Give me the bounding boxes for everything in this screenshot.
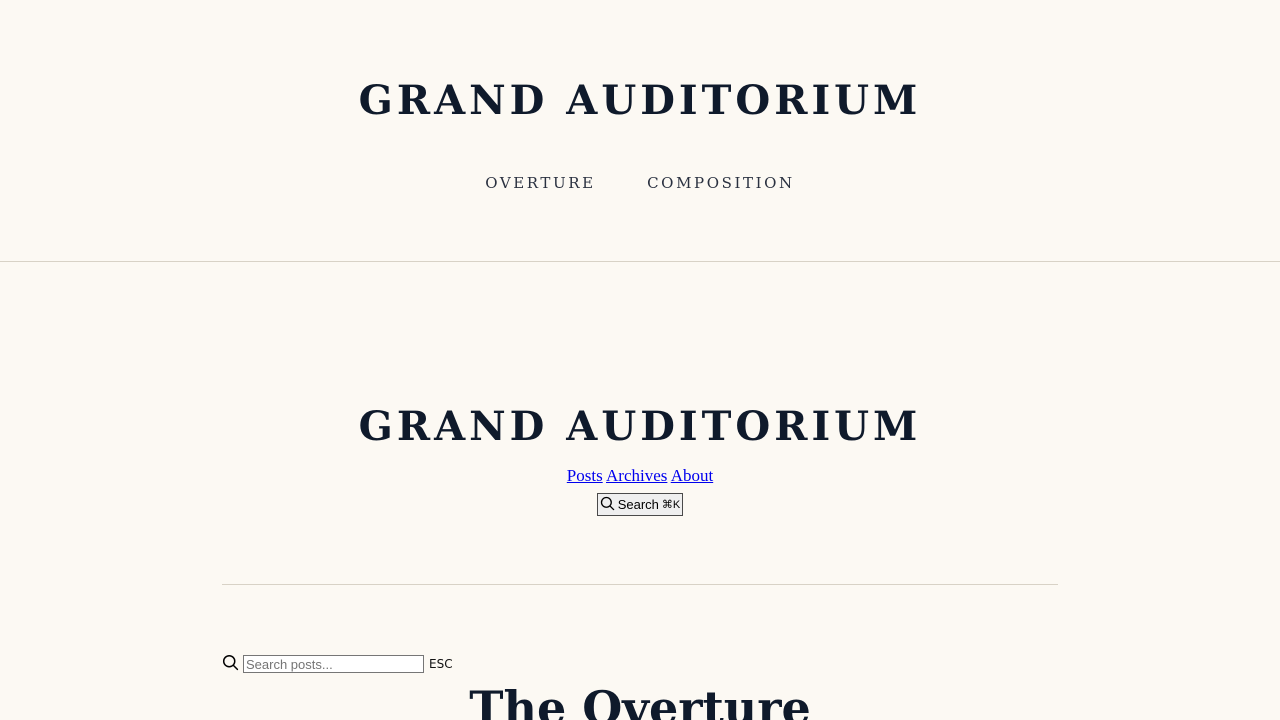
post-title[interactable]: The Overture <box>0 680 1280 720</box>
site-title[interactable]: GRAND AUDITORIUM <box>0 76 1280 126</box>
divider <box>222 584 1058 585</box>
page: GRAND AUDITORIUM OVERTURE COMPOSITION GR… <box>0 0 1280 720</box>
sub-nav: Posts Archives About <box>0 465 1280 487</box>
top-nav: OVERTURE COMPOSITION <box>0 173 1280 193</box>
search-icon <box>222 654 239 675</box>
search-icon <box>600 496 615 514</box>
search-shortcut: ⌘K <box>661 499 681 511</box>
link-posts[interactable]: Posts <box>567 466 603 485</box>
nav-item-composition[interactable]: COMPOSITION <box>647 173 795 193</box>
esc-hint[interactable]: ESC <box>429 657 453 671</box>
link-archives[interactable]: Archives <box>606 466 667 485</box>
site-header: GRAND AUDITORIUM OVERTURE COMPOSITION <box>0 0 1280 262</box>
search-input[interactable] <box>243 655 424 673</box>
search-button-wrap: Search ⌘K <box>0 493 1280 516</box>
search-button-label: Search <box>617 497 659 512</box>
search-bar: ESC <box>222 652 453 676</box>
nav-item-overture[interactable]: OVERTURE <box>485 173 596 193</box>
link-about[interactable]: About <box>671 466 714 485</box>
search-button[interactable]: Search ⌘K <box>596 493 684 516</box>
sub-header-title[interactable]: GRAND AUDITORIUM <box>0 402 1280 452</box>
